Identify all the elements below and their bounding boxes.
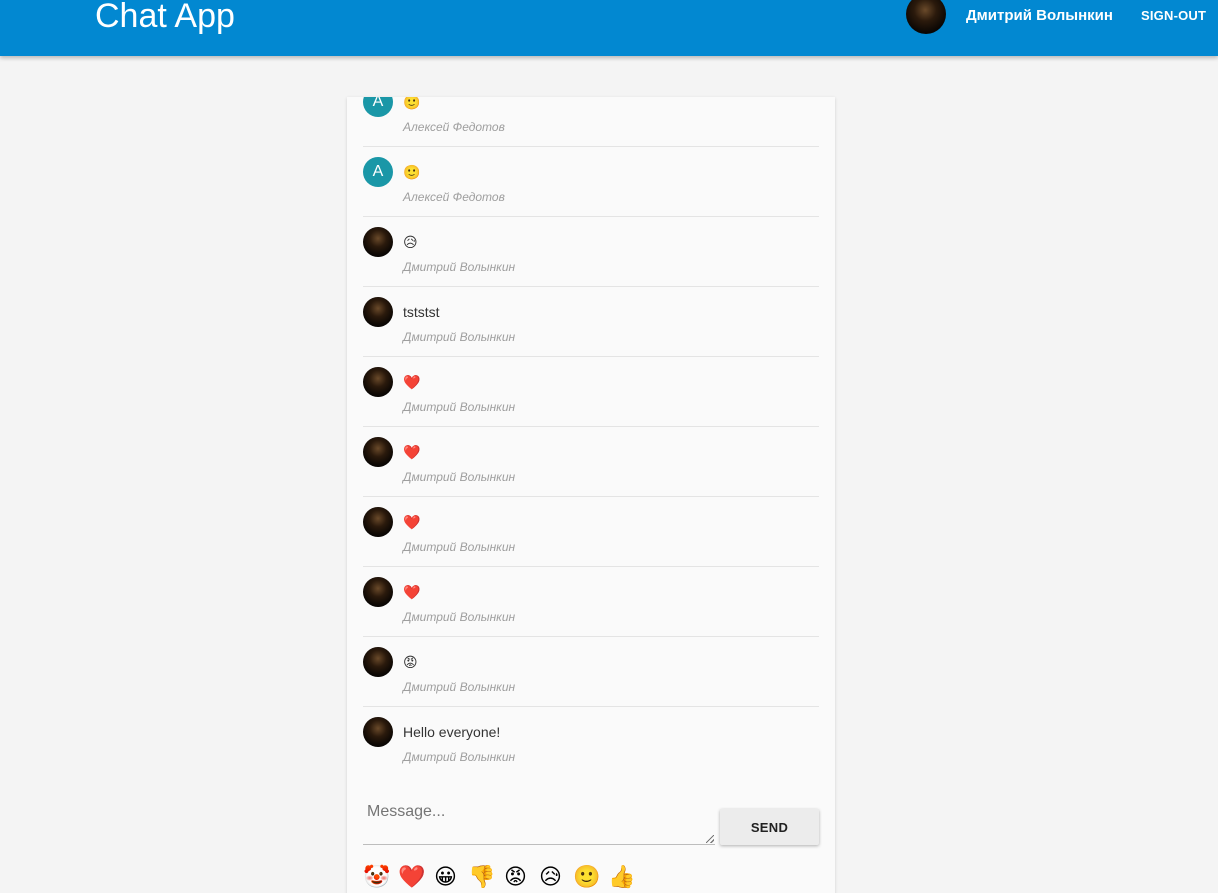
message-item: ❤️ Дмитрий Волынкин: [363, 567, 819, 637]
message-author: Дмитрий Волынкин: [403, 680, 516, 694]
message-list[interactable]: А 🙂 Алексей Федотов А 🙂 Алексей Федотов 😥 Дмитр…: [363, 97, 819, 777]
author-avatar: [363, 367, 393, 397]
author-avatar: [363, 717, 393, 747]
chat-panel: А 🙂 Алексей Федотов А 🙂 Алексей Федотов 😥 Дмитр…: [347, 97, 835, 893]
message-author: Дмитрий Волынкин: [403, 540, 516, 554]
message-text: ❤️: [403, 444, 421, 460]
message-text: ❤️: [403, 374, 421, 390]
app-title: Chat App: [95, 0, 235, 35]
app-bar: Chat App Дмитрий Волынкин SIGN-OUT: [0, 0, 1218, 56]
author-avatar: [363, 297, 393, 327]
message-author: Алексей Федотов: [403, 190, 505, 204]
message-author: Дмитрий Волынкин: [403, 750, 516, 764]
author-avatar: А: [363, 97, 393, 117]
message-item: Hello everyone! Дмитрий Волынкин: [363, 707, 819, 777]
message-item: 😡 Дмитрий Волынкин: [363, 637, 819, 707]
user-avatar[interactable]: [906, 0, 946, 34]
message-author: Дмитрий Волынкин: [403, 330, 516, 344]
message-item: tststst Дмитрий Волынкин: [363, 287, 819, 357]
message-text: 😥: [403, 234, 418, 250]
message-author: Дмитрий Волынкин: [403, 470, 516, 484]
message-text: Hello everyone!: [403, 724, 501, 740]
message-item: ❤️ Дмитрий Волынкин: [363, 427, 819, 497]
author-avatar: А: [363, 157, 393, 187]
message-text: tststst: [403, 304, 440, 320]
sign-out-button[interactable]: SIGN-OUT: [1141, 8, 1206, 24]
emoji-angry-face-button[interactable]: 😡: [503, 864, 528, 892]
message-item: ❤️ Дмитрий Волынкин: [363, 497, 819, 567]
emoji-clown-face-button[interactable]: 🤡: [363, 864, 390, 892]
emoji-red-heart-button[interactable]: ❤️: [398, 864, 425, 892]
message-text: 🙂: [403, 164, 421, 180]
message-text: 😡: [403, 654, 418, 670]
message-author: Дмитрий Волынкин: [403, 260, 516, 274]
message-item: 😥 Дмитрий Волынкин: [363, 217, 819, 287]
emoji-thumbs-down-button[interactable]: 👎: [468, 864, 495, 892]
emoji-slightly-smiling-face-button[interactable]: 🙂: [573, 864, 600, 892]
resize-handle-icon[interactable]: [706, 835, 714, 843]
message-author: Алексей Федотов: [403, 120, 505, 134]
emoji-sad-face-button[interactable]: 😥: [538, 864, 563, 892]
send-button[interactable]: SEND: [720, 809, 819, 845]
message-composer: SEND: [363, 797, 819, 847]
message-author: Дмитрий Волынкин: [403, 610, 516, 624]
message-text: 🙂: [403, 97, 421, 110]
author-avatar: [363, 647, 393, 677]
emoji-thumbs-up-button[interactable]: 👍: [608, 864, 635, 892]
emoji-grinning-face-button[interactable]: 😀: [433, 864, 458, 892]
message-item: А 🙂 Алексей Федотов: [363, 147, 819, 217]
message-author: Дмитрий Волынкин: [403, 400, 516, 414]
message-text: ❤️: [403, 584, 421, 600]
message-item: А 🙂 Алексей Федотов: [363, 97, 819, 147]
message-input[interactable]: [363, 797, 715, 845]
author-avatar: [363, 577, 393, 607]
emoji-picker: 🤡 ❤️ 😀 👎 😡 😥 🙂 👍: [363, 864, 635, 893]
message-text: ❤️: [403, 514, 421, 530]
author-avatar: [363, 507, 393, 537]
author-avatar: [363, 227, 393, 257]
user-name: Дмитрий Волынкин: [966, 7, 1113, 24]
author-avatar: [363, 437, 393, 467]
message-item: ❤️ Дмитрий Волынкин: [363, 357, 819, 427]
